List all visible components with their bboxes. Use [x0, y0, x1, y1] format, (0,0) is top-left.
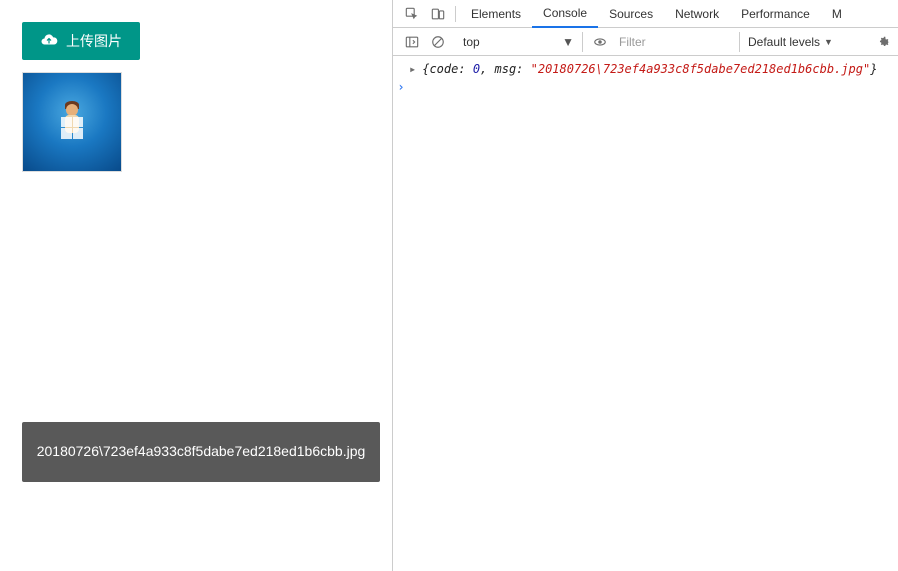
- thumbnail-windows-logo: [61, 117, 83, 139]
- separator: [455, 6, 456, 22]
- upload-button[interactable]: 上传图片: [22, 22, 140, 60]
- tab-performance[interactable]: Performance: [730, 0, 821, 27]
- console-output[interactable]: ▸ {code: 0, msg: "20180726\723ef4a933c8f…: [393, 56, 898, 571]
- tab-elements[interactable]: Elements: [460, 0, 532, 27]
- upload-button-label: 上传图片: [66, 31, 122, 51]
- page-content: 上传图片 20180726\723ef4a933c8f5dabe7ed218ed…: [0, 0, 392, 571]
- cloud-upload-icon: [40, 31, 58, 52]
- levels-label: Default levels: [748, 35, 820, 49]
- console-settings-icon[interactable]: [870, 28, 898, 55]
- execution-context-selector[interactable]: top ▼: [455, 32, 583, 52]
- uploaded-thumbnail[interactable]: [22, 72, 122, 172]
- expand-arrow-icon[interactable]: ▸: [409, 62, 416, 76]
- devtools-panel: ElementsConsoleSourcesNetworkPerformance…: [392, 0, 898, 571]
- toast-message: 20180726\723ef4a933c8f5dabe7ed218ed1b6cb…: [22, 422, 380, 482]
- chevron-down-icon: ▼: [824, 37, 833, 47]
- clear-console-icon[interactable]: [425, 28, 451, 55]
- filter-input[interactable]: [613, 32, 733, 52]
- tab-network[interactable]: Network: [664, 0, 730, 27]
- devtools-tabbar: ElementsConsoleSourcesNetworkPerformance…: [393, 0, 898, 28]
- prompt-caret-icon: ›: [393, 80, 409, 94]
- device-toolbar-icon[interactable]: [425, 0, 451, 27]
- log-object: {code: 0, msg: "20180726\723ef4a933c8f5d…: [422, 62, 877, 76]
- tab-m[interactable]: M: [821, 0, 853, 27]
- console-toolbar: top ▼ Default levels ▼: [393, 28, 898, 56]
- inspect-element-icon[interactable]: [399, 0, 425, 27]
- console-sidebar-toggle-icon[interactable]: [399, 28, 425, 55]
- tab-sources[interactable]: Sources: [598, 0, 664, 27]
- console-log-entry[interactable]: ▸ {code: 0, msg: "20180726\723ef4a933c8f…: [393, 60, 898, 78]
- chevron-down-icon: ▼: [562, 35, 574, 49]
- console-prompt[interactable]: ›: [393, 78, 898, 96]
- live-expression-icon[interactable]: [587, 28, 613, 55]
- context-label: top: [463, 35, 480, 49]
- log-levels-selector[interactable]: Default levels ▼: [739, 32, 833, 52]
- tab-console[interactable]: Console: [532, 0, 598, 28]
